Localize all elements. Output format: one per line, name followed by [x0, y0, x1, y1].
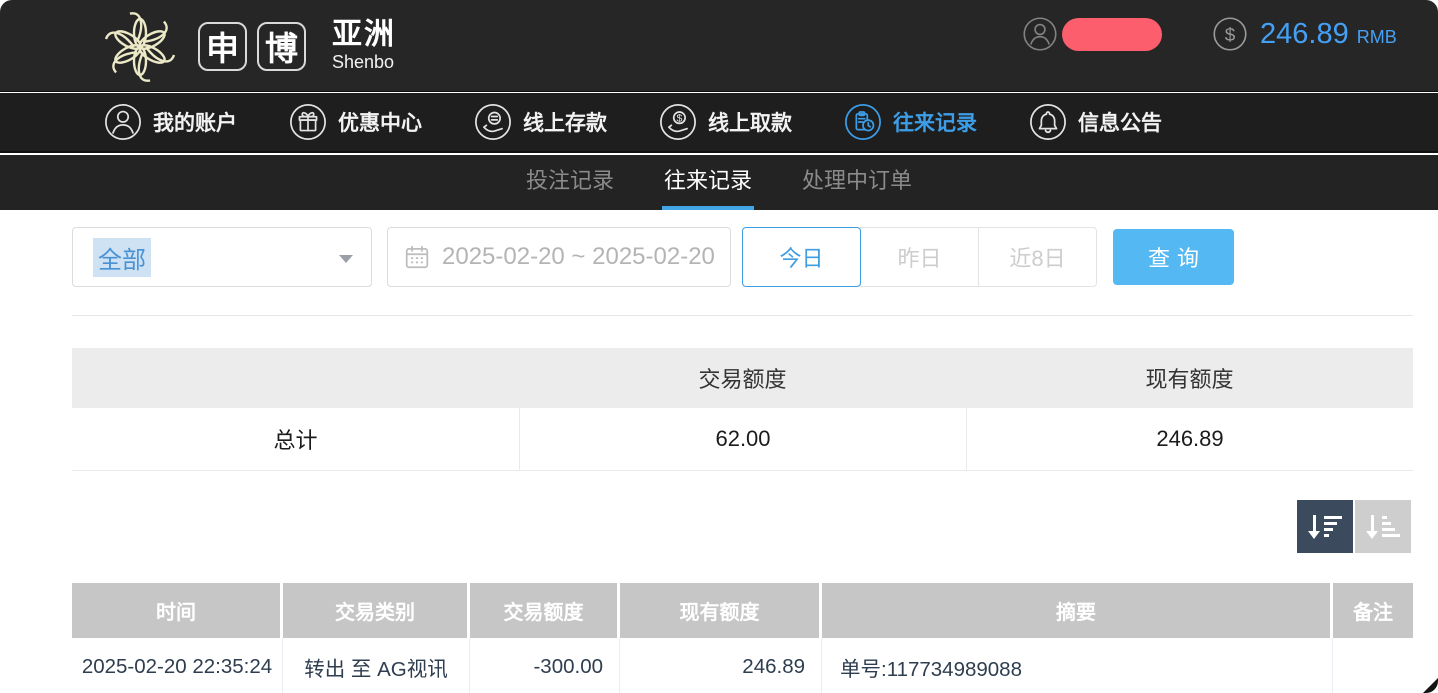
- tab-processing-orders[interactable]: 处理中订单: [800, 155, 914, 210]
- sub-nav: 投注记录 往来记录 处理中订单: [0, 155, 1438, 210]
- brand-latin-label: Shenbo: [332, 51, 396, 73]
- record-balance: 246.89: [620, 638, 822, 693]
- dollar-coin-icon: $: [1212, 16, 1248, 52]
- records-header-time: 时间: [72, 583, 283, 638]
- brand-char-bo: 博: [257, 22, 306, 71]
- quick-date-buttons: 今日 昨日 近8日: [742, 227, 1097, 287]
- table-row: 2025-02-20 22:35:24 转出 至 AG视讯 -300.00 24…: [72, 638, 1413, 693]
- user-icon: [104, 103, 142, 141]
- corner-artifact: [1423, 678, 1438, 693]
- summary-table: 交易额度 现有额度 总计 62.00 246.89: [72, 348, 1413, 471]
- nav-label: 线上存款: [523, 107, 607, 137]
- records-header-amount: 交易额度: [470, 583, 620, 638]
- nav-label: 信息公告: [1078, 107, 1162, 137]
- nav-label: 我的账户: [153, 107, 237, 137]
- summary-total-label: 总计: [72, 408, 519, 470]
- records-table: 时间 交易类别 交易额度 现有额度 摘要 备注 2025-02-20 22:35…: [72, 583, 1413, 693]
- svg-text:$: $: [1225, 25, 1236, 46]
- calendar-icon: [404, 244, 430, 270]
- records-icon: [844, 103, 882, 141]
- category-select[interactable]: 全部: [72, 227, 372, 287]
- tab-betting-records[interactable]: 投注记录: [524, 155, 616, 210]
- records-header-note: 备注: [1333, 583, 1413, 638]
- page: 申 博 亚洲 Shenbo $ 246.89 RMB: [0, 0, 1438, 693]
- balance-amount: 246.89: [1260, 18, 1349, 51]
- user-area: [1022, 16, 1162, 52]
- chevron-down-icon: [339, 255, 353, 263]
- records-header-row: 时间 交易类别 交易额度 现有额度 摘要 备注: [72, 583, 1413, 638]
- top-header: 申 博 亚洲 Shenbo $ 246.89 RMB: [0, 0, 1438, 92]
- date-range-input[interactable]: 2025-02-20 ~ 2025-02-20: [387, 227, 731, 287]
- yesterday-button[interactable]: 昨日: [860, 227, 979, 287]
- record-type: 转出 至 AG视讯: [283, 638, 470, 693]
- sort-ascending-icon: [1366, 515, 1400, 539]
- bell-icon: [1029, 103, 1067, 141]
- brand-logo[interactable]: 申 博 亚洲 Shenbo: [96, 0, 396, 92]
- nav-item-my-account[interactable]: 我的账户: [104, 103, 237, 141]
- sort-ascending-button[interactable]: [1355, 500, 1411, 553]
- tab-transaction-records[interactable]: 往来记录: [662, 155, 754, 210]
- gift-icon: [289, 103, 327, 141]
- nav-item-announcements[interactable]: 信息公告: [1029, 103, 1162, 141]
- flower-logo-icon: [96, 2, 184, 90]
- brand-region-label: 亚洲: [332, 19, 396, 51]
- nav-item-promotions[interactable]: 优惠中心: [289, 103, 422, 141]
- summary-header-balance: 现有额度: [966, 348, 1413, 408]
- date-range-value: 2025-02-20 ~ 2025-02-20: [442, 243, 715, 271]
- record-time: 2025-02-20 22:35:24: [72, 638, 283, 693]
- withdraw-icon: $: [659, 103, 697, 141]
- summary-header-transaction: 交易额度: [519, 348, 966, 408]
- svg-text:$: $: [677, 114, 683, 125]
- avatar-icon: [1022, 16, 1058, 52]
- nav-label: 往来记录: [893, 107, 977, 137]
- summary-total-balance: 246.89: [966, 408, 1413, 470]
- brand-char-shen: 申: [198, 22, 247, 71]
- category-selected-value: 全部: [93, 238, 151, 277]
- record-note: [1333, 638, 1413, 693]
- summary-total-transaction: 62.00: [519, 408, 966, 470]
- record-amount: -300.00: [470, 638, 620, 693]
- nav-label: 优惠中心: [338, 107, 422, 137]
- records-header-balance: 现有额度: [620, 583, 822, 638]
- main-nav: 我的账户 优惠中心 线上存款: [0, 93, 1438, 153]
- sort-descending-button[interactable]: [1297, 500, 1353, 553]
- today-button[interactable]: 今日: [742, 227, 861, 287]
- record-summary: 单号:117734989088: [822, 638, 1333, 693]
- balance-area[interactable]: $ 246.89 RMB: [1212, 16, 1397, 52]
- brand-boxed-chars: 申 博: [198, 22, 316, 71]
- records-header-type: 交易类别: [283, 583, 470, 638]
- last-8-days-button[interactable]: 近8日: [978, 227, 1097, 287]
- summary-header-empty: [72, 348, 519, 408]
- query-button[interactable]: 查询: [1113, 229, 1234, 285]
- sort-descending-icon: [1308, 515, 1342, 539]
- nav-item-deposit[interactable]: 线上存款: [474, 103, 607, 141]
- username-redacted-pill[interactable]: [1062, 18, 1162, 51]
- deposit-icon: [474, 103, 512, 141]
- summary-header-row: 交易额度 现有额度: [72, 348, 1413, 408]
- brand-wordmark: 亚洲 Shenbo: [332, 19, 396, 73]
- section-divider: [72, 315, 1413, 316]
- sort-controls: [1297, 500, 1411, 553]
- nav-item-records[interactable]: 往来记录: [844, 103, 977, 141]
- summary-total-row: 总计 62.00 246.89: [72, 408, 1413, 471]
- balance-currency: RMB: [1357, 27, 1397, 48]
- records-header-summary: 摘要: [822, 583, 1333, 638]
- nav-label: 线上取款: [708, 107, 792, 137]
- nav-item-withdraw[interactable]: $ 线上取款: [659, 103, 792, 141]
